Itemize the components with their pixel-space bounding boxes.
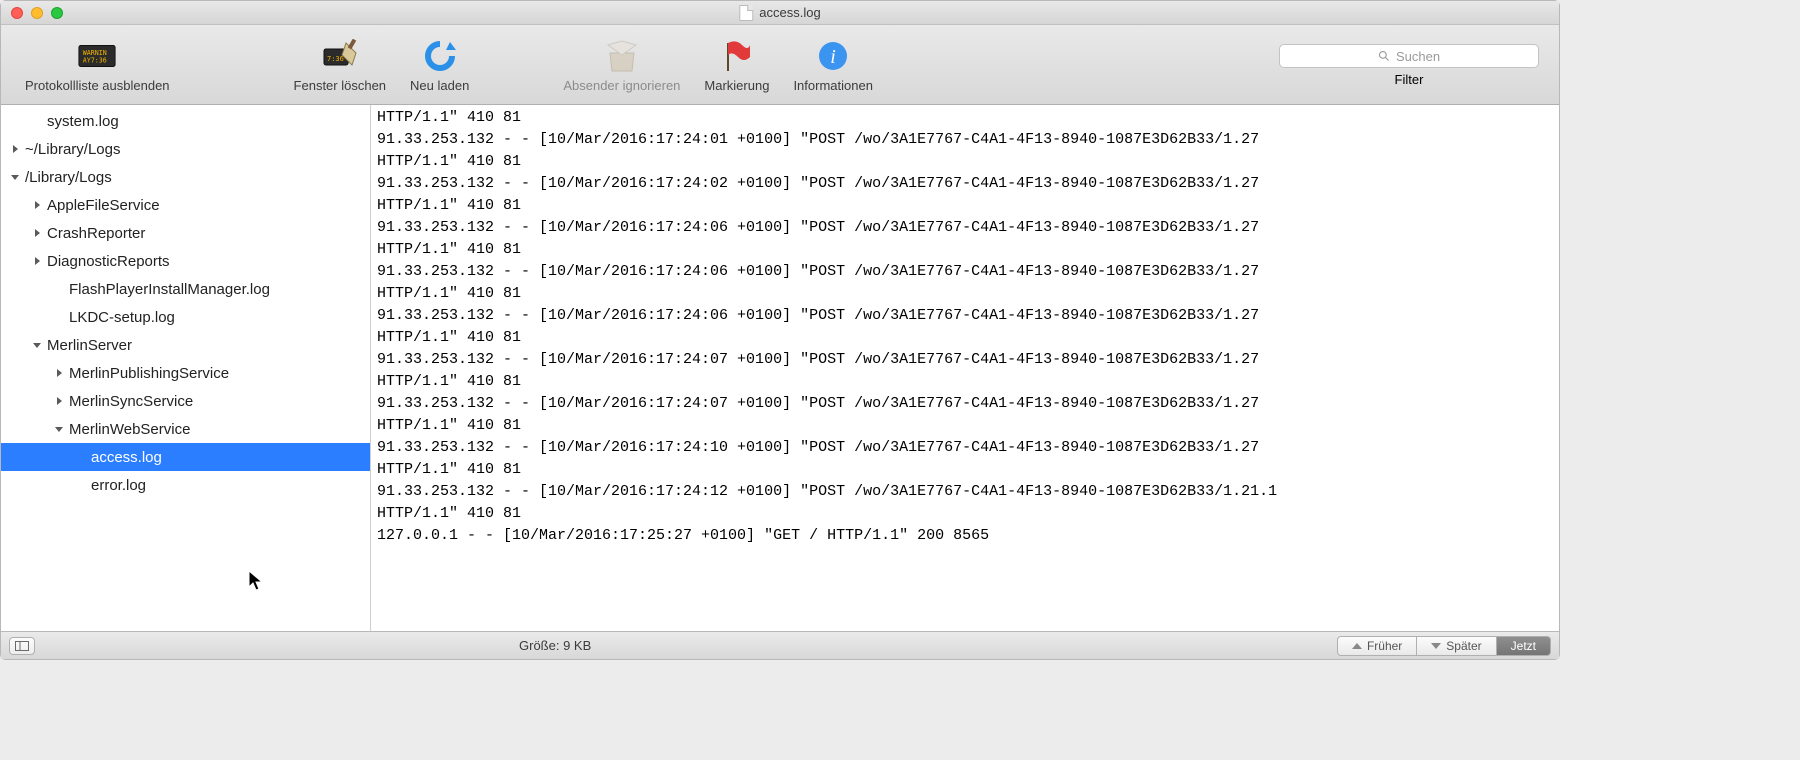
- flag-icon: [717, 38, 757, 74]
- sidebar-item-label: system.log: [47, 113, 119, 130]
- svg-text:AY7:36: AY7:36: [83, 57, 107, 65]
- reload-icon: [420, 38, 460, 74]
- sidebar-item-label: LKDC-setup.log: [69, 309, 175, 326]
- reload-button[interactable]: Neu laden: [398, 38, 481, 93]
- earlier-button[interactable]: Früher: [1337, 636, 1417, 656]
- broom-icon: 7:36: [320, 38, 360, 74]
- chevron-right-icon[interactable]: [31, 227, 43, 239]
- sidebar-item[interactable]: MerlinPublishingService: [1, 359, 370, 387]
- chevron-right-icon[interactable]: [9, 143, 21, 155]
- file-size-label: Größe: 9 KB: [379, 638, 1337, 653]
- chevron-right-icon[interactable]: [31, 255, 43, 267]
- status-bar: Größe: 9 KB Früher Später Jetzt: [1, 631, 1559, 659]
- search-input[interactable]: Suchen: [1279, 44, 1539, 68]
- sidebar[interactable]: system.log ~/Library/Logs/Library/Logs App…: [1, 105, 371, 631]
- filter-label: Filter: [1395, 72, 1424, 87]
- sidebar-item-label: CrashReporter: [47, 225, 145, 242]
- close-window-button[interactable]: [11, 7, 23, 19]
- sidebar-item-label: error.log: [91, 477, 146, 494]
- search-icon: [1378, 50, 1390, 62]
- ignore-sender-button: Absender ignorieren: [551, 38, 692, 93]
- chevron-down-icon[interactable]: [31, 339, 43, 351]
- sidebar-item[interactable]: FlashPlayerInstallManager.log: [1, 275, 370, 303]
- sidebar-item-label: DiagnosticReports: [47, 253, 170, 270]
- sidebar-item-label: ~/Library/Logs: [25, 141, 120, 158]
- sidebar-item[interactable]: CrashReporter: [1, 219, 370, 247]
- window-title: access.log: [739, 5, 820, 21]
- content-area: system.log ~/Library/Logs/Library/Logs App…: [1, 105, 1559, 631]
- time-navigation: Früher Später Jetzt: [1337, 636, 1551, 656]
- chevron-right-icon[interactable]: [53, 367, 65, 379]
- zoom-window-button[interactable]: [51, 7, 63, 19]
- inspector-button[interactable]: i Informationen: [781, 38, 885, 93]
- sidebar-item-label: AppleFileService: [47, 197, 160, 214]
- insert-marker-button[interactable]: Markierung: [692, 38, 781, 93]
- chevron-down-icon[interactable]: [53, 423, 65, 435]
- sidebar-item-label: MerlinServer: [47, 337, 132, 354]
- svg-text:7:36: 7:36: [327, 55, 344, 63]
- sidebar-item[interactable]: MerlinServer: [1, 331, 370, 359]
- info-icon: i: [813, 38, 853, 74]
- toggle-sidebar-button[interactable]: [9, 637, 35, 655]
- clear-display-button[interactable]: 7:36 Fenster löschen: [282, 38, 399, 93]
- sidebar-item[interactable]: LKDC-setup.log: [1, 303, 370, 331]
- sidebar-item[interactable]: system.log: [1, 107, 370, 135]
- log-list-icon: WARNINAY7:36: [77, 38, 117, 74]
- log-view[interactable]: HTTP/1.1" 410 81 91.33.253.132 - - [10/M…: [371, 105, 1559, 631]
- sidebar-item[interactable]: access.log: [1, 443, 370, 471]
- sidebar-item[interactable]: DiagnosticReports: [1, 247, 370, 275]
- sidebar-item[interactable]: MerlinWebService: [1, 415, 370, 443]
- sidebar-item[interactable]: AppleFileService: [1, 191, 370, 219]
- file-icon: [739, 5, 753, 21]
- hide-log-list-button[interactable]: WARNINAY7:36 Protokollliste ausblenden: [13, 38, 182, 93]
- window-title-text: access.log: [759, 5, 820, 20]
- sidebar-item[interactable]: MerlinSyncService: [1, 387, 370, 415]
- chevron-right-icon[interactable]: [31, 199, 43, 211]
- sidebar-item-label: /Library/Logs: [25, 169, 112, 186]
- minimize-window-button[interactable]: [31, 7, 43, 19]
- chevron-down-icon[interactable]: [9, 171, 21, 183]
- sidebar-item-label: FlashPlayerInstallManager.log: [69, 281, 270, 298]
- chevron-right-icon[interactable]: [53, 395, 65, 407]
- toolbar: WARNINAY7:36 Protokollliste ausblenden 7…: [1, 25, 1559, 105]
- sidebar-item[interactable]: error.log: [1, 471, 370, 499]
- sidebar-item-label: MerlinWebService: [69, 421, 190, 438]
- titlebar: access.log: [1, 1, 1559, 25]
- svg-text:i: i: [830, 46, 836, 68]
- sidebar-item[interactable]: ~/Library/Logs: [1, 135, 370, 163]
- sidebar-item-label: MerlinPublishingService: [69, 365, 229, 382]
- sidebar-item-label: MerlinSyncService: [69, 393, 193, 410]
- traffic-lights: [11, 7, 63, 19]
- now-button[interactable]: Jetzt: [1497, 636, 1551, 656]
- sidebar-item[interactable]: /Library/Logs: [1, 163, 370, 191]
- trash-envelope-icon: [602, 38, 642, 74]
- later-button[interactable]: Später: [1417, 636, 1496, 656]
- sidebar-item-label: access.log: [91, 449, 162, 466]
